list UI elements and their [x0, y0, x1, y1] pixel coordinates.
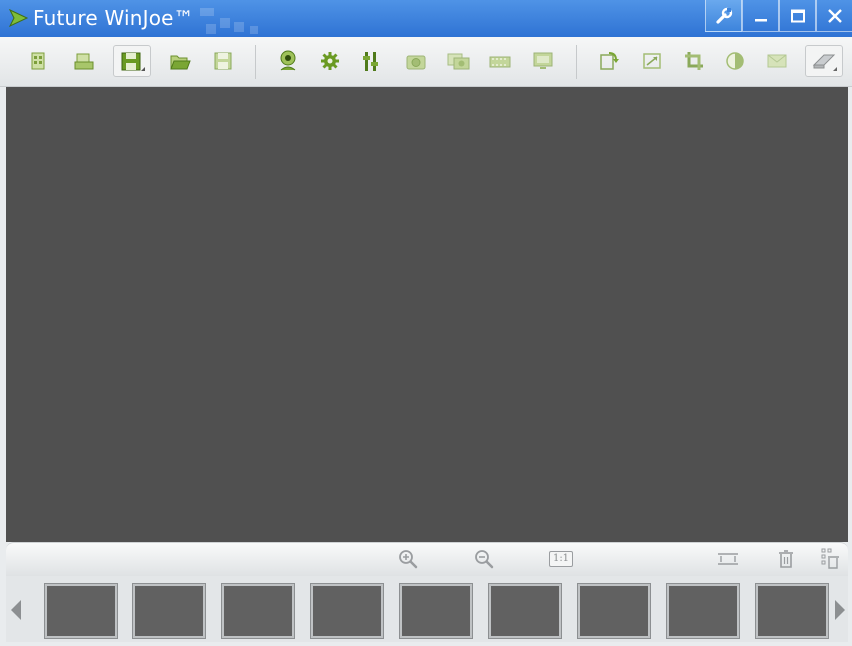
email-button[interactable]: [761, 45, 793, 77]
close-button[interactable]: [816, 0, 852, 32]
close-icon: [827, 8, 842, 23]
import-icon: [74, 53, 94, 70]
delete-all-icon: [821, 548, 839, 569]
delete-all-button[interactable]: [816, 546, 844, 572]
thumbnail-4[interactable]: [310, 583, 384, 639]
rotate-button[interactable]: [593, 45, 625, 77]
crop-icon: [685, 52, 703, 70]
zoom-in-icon: [399, 550, 418, 569]
thumbnail-5[interactable]: [399, 583, 473, 639]
fit-width-button[interactable]: [714, 546, 742, 572]
delete-button[interactable]: [772, 546, 800, 572]
zoom-in-button[interactable]: [394, 546, 422, 572]
save-as-icon: [121, 52, 145, 71]
maximize-button[interactable]: [779, 0, 816, 32]
actual-size-label: 1:1: [548, 551, 574, 567]
app-title: Future WinJoe™: [33, 6, 194, 30]
adjust-button[interactable]: [355, 45, 387, 77]
settings-button[interactable]: [314, 45, 346, 77]
toolbar-separator: [255, 45, 256, 79]
wrench-icon: [715, 7, 732, 24]
save-icon: [214, 52, 232, 70]
thumbnail-strip: [6, 576, 848, 642]
title-decoration: [200, 8, 290, 34]
new-document-button[interactable]: [22, 45, 54, 77]
webcam-button[interactable]: [272, 45, 304, 77]
brightness-icon: [726, 52, 744, 70]
thumbnail-8[interactable]: [666, 583, 740, 639]
zoom-bar: 1:1: [6, 542, 848, 576]
actual-size-button[interactable]: 1:1: [544, 546, 578, 572]
open-folder-icon: [170, 55, 191, 70]
brightness-button[interactable]: [719, 45, 751, 77]
minimize-button[interactable]: [742, 0, 779, 32]
settings-gear-icon: [321, 52, 339, 70]
maximize-icon: [790, 9, 805, 22]
settings-wrench-button[interactable]: [705, 0, 742, 32]
record-video-button[interactable]: [484, 45, 516, 77]
save-button[interactable]: [207, 45, 239, 77]
film-strip-icon: [489, 56, 511, 68]
trash-icon: [779, 550, 793, 568]
thumbnail-9[interactable]: [755, 583, 829, 639]
fit-width-icon: [718, 553, 738, 565]
eraser-button[interactable]: [805, 45, 843, 77]
thumbnail-6[interactable]: [488, 583, 562, 639]
main-toolbar: [0, 37, 852, 87]
monitor-icon: [533, 52, 553, 69]
minimize-icon: [754, 18, 767, 21]
zoom-out-icon: [475, 550, 494, 569]
zoom-out-button[interactable]: [470, 546, 498, 572]
rotate-icon: [600, 52, 619, 70]
capture-button[interactable]: [400, 45, 432, 77]
eraser-icon: [812, 54, 837, 71]
resize-button[interactable]: [636, 45, 668, 77]
camera-icon: [406, 55, 426, 70]
display-button[interactable]: [527, 45, 559, 77]
thumbnail-2[interactable]: [132, 583, 206, 639]
burst-capture-button[interactable]: [443, 45, 475, 77]
scroll-right-icon[interactable]: [834, 598, 846, 622]
title-bar[interactable]: Future WinJoe™: [0, 0, 852, 37]
scroll-left-icon[interactable]: [10, 598, 22, 622]
webcam-icon: [280, 50, 296, 71]
toolbar-separator: [576, 45, 577, 79]
resize-icon: [643, 53, 661, 69]
play-arrow-logo-icon: [8, 9, 29, 27]
mail-icon: [767, 54, 787, 68]
burst-capture-icon: [447, 53, 470, 70]
image-viewer-area[interactable]: [6, 87, 848, 542]
document-icon: [31, 52, 45, 70]
crop-button[interactable]: [678, 45, 710, 77]
save-as-button[interactable]: [113, 45, 151, 77]
open-folder-button[interactable]: [164, 45, 196, 77]
thumbnail-3[interactable]: [221, 583, 295, 639]
import-button[interactable]: [68, 45, 100, 77]
thumbnail-1[interactable]: [44, 583, 118, 639]
adjust-sliders-icon: [363, 52, 378, 71]
thumbnail-7[interactable]: [577, 583, 651, 639]
